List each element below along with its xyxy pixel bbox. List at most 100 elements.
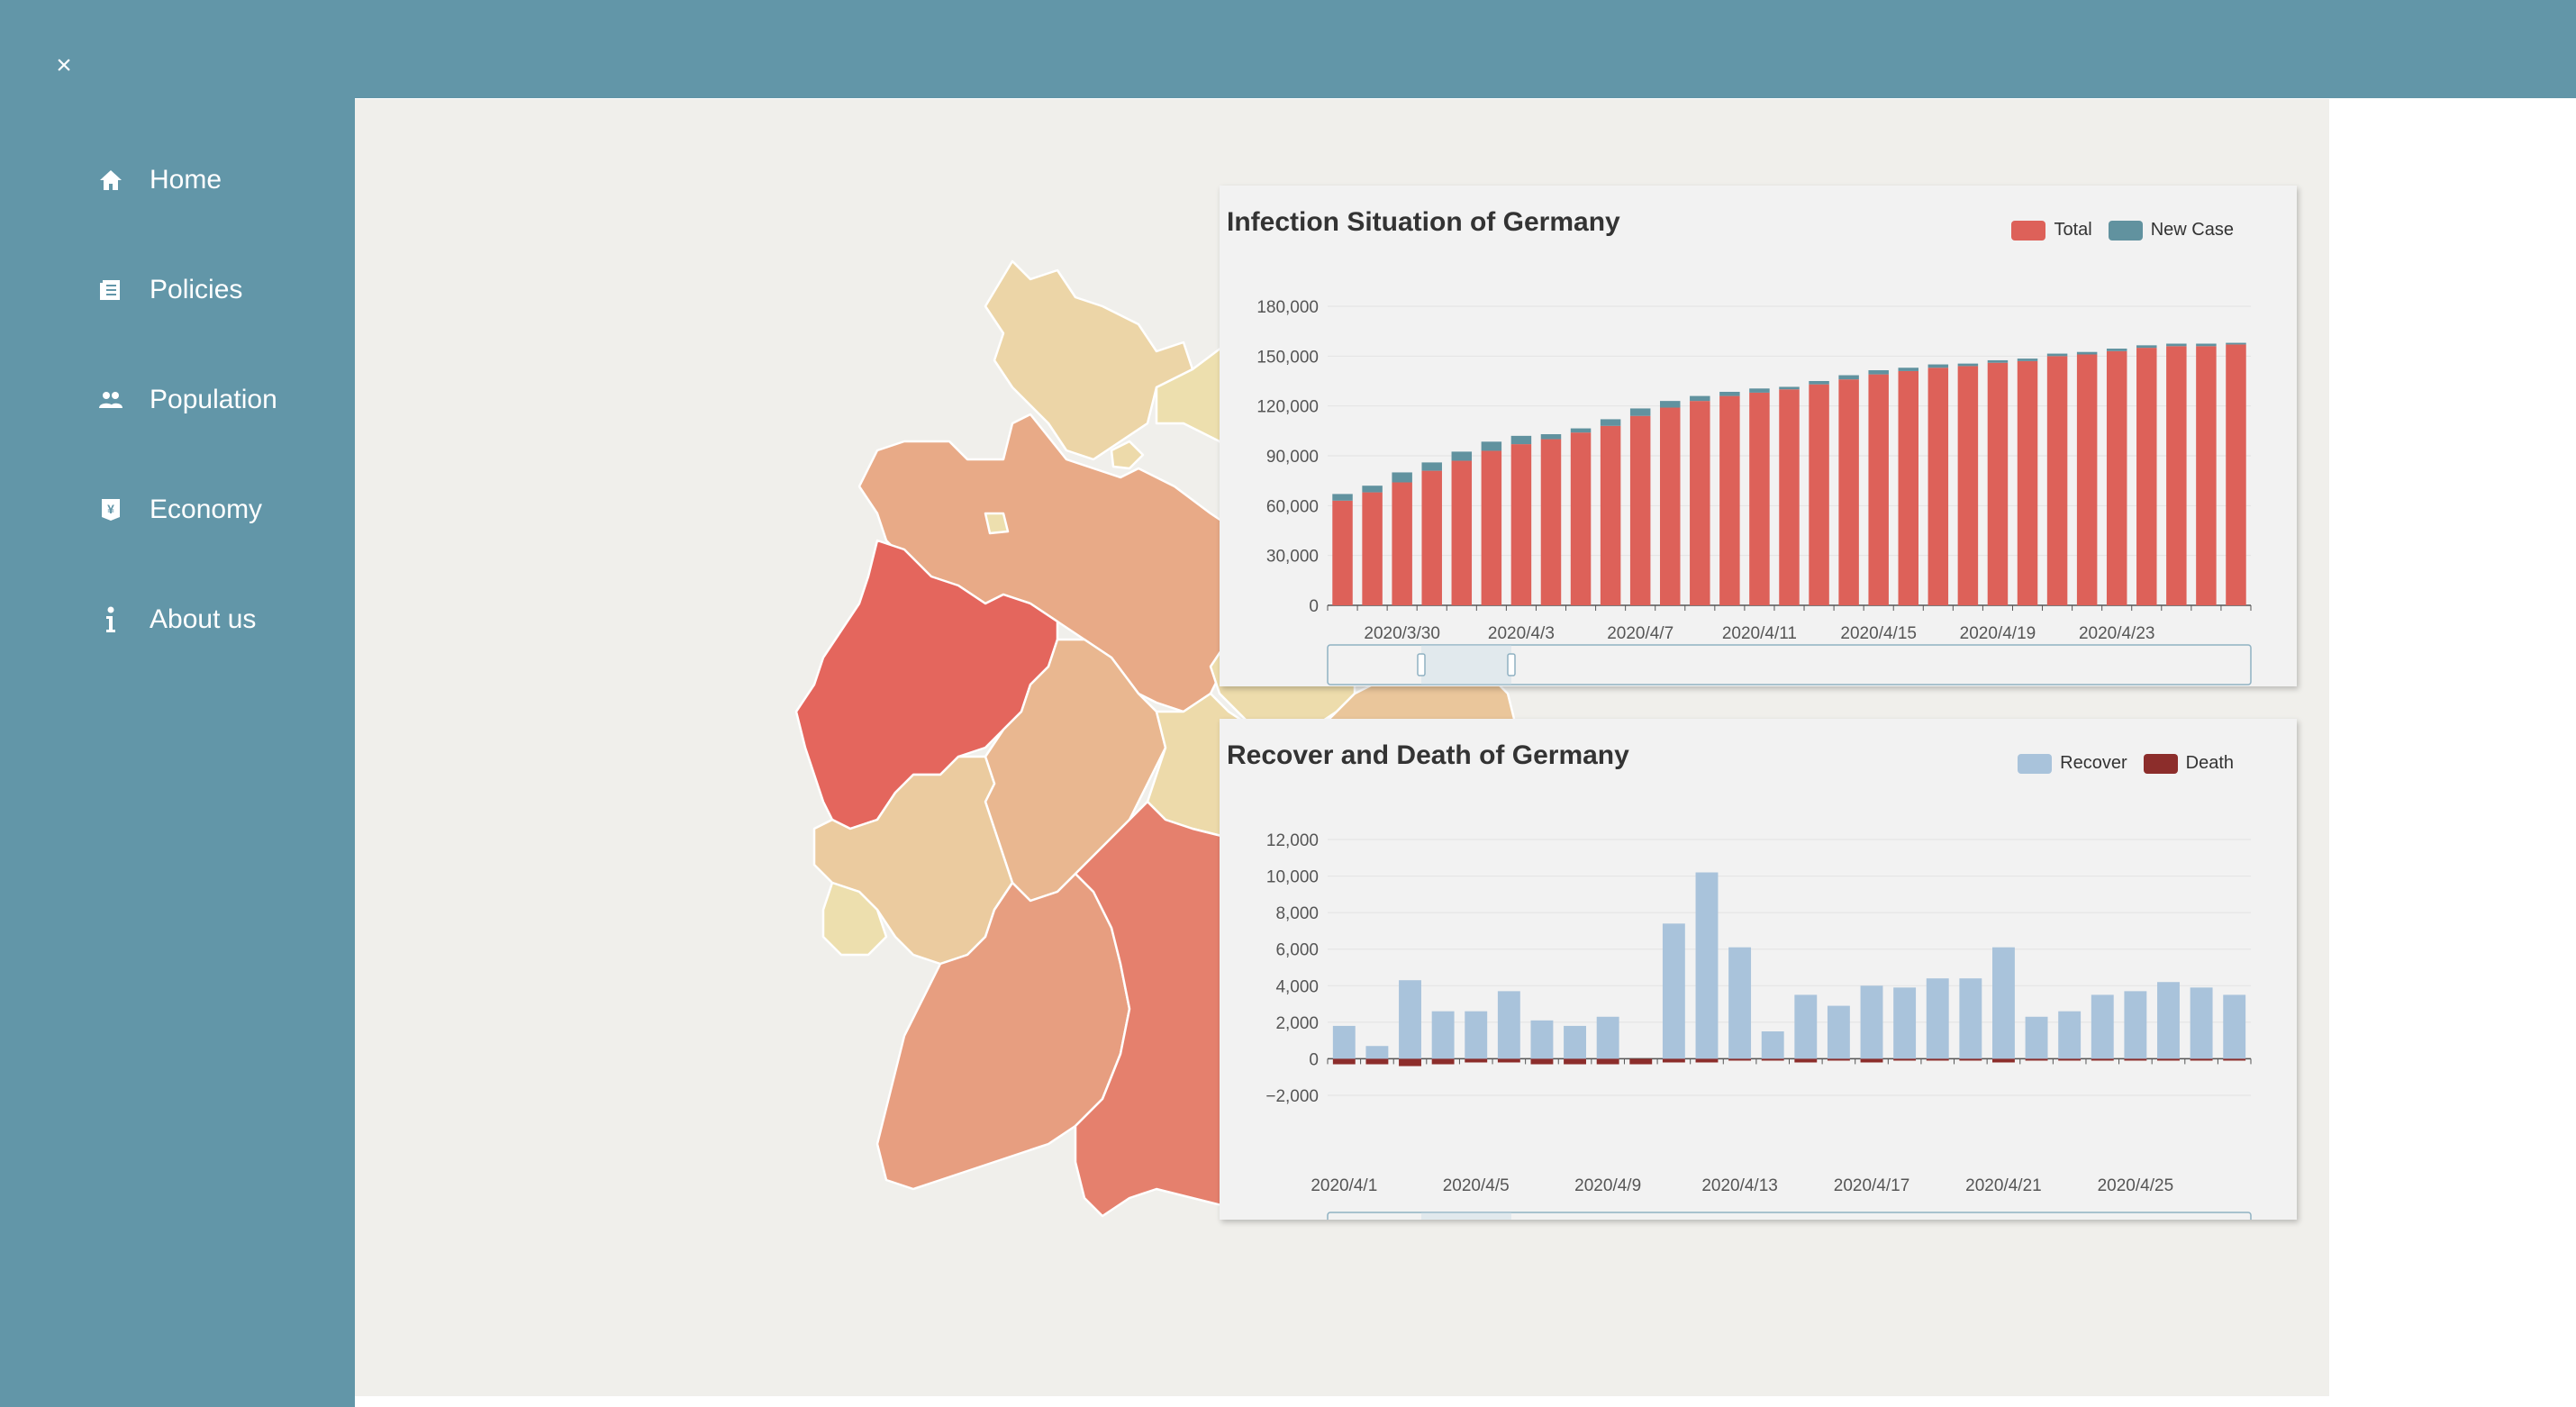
bar-new-case [1660, 401, 1681, 408]
bar-death [1564, 1058, 1586, 1065]
bar-recover [1827, 1005, 1850, 1059]
region-bremen[interactable] [984, 512, 1010, 535]
y-tick-label: 120,000 [1256, 398, 1319, 417]
bar-new-case [2046, 353, 2068, 357]
bar-recover [1893, 987, 1917, 1059]
x-tick-label: 2020/4/25 [2098, 1176, 2174, 1195]
y-tick-label: 0 [1309, 1050, 1319, 1069]
bar-recover [1926, 978, 1949, 1059]
bar-death [1992, 1058, 2015, 1063]
zoom-slider-handle[interactable] [1507, 653, 1516, 676]
bar-new-case [1600, 419, 1621, 426]
bar-recover [1695, 872, 1719, 1059]
sidebar-item-home[interactable]: Home [97, 158, 222, 203]
bar-total [1749, 392, 1770, 605]
bar-death [1695, 1058, 1719, 1063]
bar-new-case [1540, 434, 1562, 440]
bar-recover [1332, 1025, 1356, 1059]
y-tick-label: 8,000 [1275, 904, 1319, 923]
bar-new-case [1392, 472, 1412, 483]
document-icon [97, 277, 124, 304]
bar-recover [1564, 1025, 1586, 1059]
zoom-slider-handle[interactable] [1417, 653, 1426, 676]
bar-total [2226, 344, 2246, 605]
y-tick-label: 10,000 [1266, 868, 1319, 887]
y-tick-label: 2,000 [1275, 1014, 1319, 1033]
bar-death [2223, 1058, 2246, 1061]
y-tick-label: 30,000 [1266, 548, 1319, 567]
bar-total [2106, 350, 2127, 605]
bar-recover [2223, 994, 2246, 1059]
bar-new-case [1868, 370, 1889, 375]
x-tick-label: 2020/4/17 [1834, 1176, 1910, 1195]
y-tick-label: 0 [1309, 597, 1319, 616]
bar-recover [2124, 991, 2147, 1059]
x-tick-label: 2020/4/9 [1574, 1176, 1641, 1195]
home-icon [97, 167, 124, 194]
sidebar-item-label: Population [150, 385, 277, 414]
sidebar-item-label: Policies [150, 275, 243, 304]
y-tick-label: 60,000 [1266, 497, 1319, 516]
bar-new-case [1332, 494, 1353, 501]
bar-death [1365, 1058, 1389, 1065]
bar-total [1898, 370, 1918, 605]
bar-new-case [1719, 391, 1740, 396]
sidebar-item-policies[interactable]: Policies [97, 268, 242, 313]
bar-death [1662, 1058, 1685, 1063]
sidebar-item-label: Home [150, 165, 222, 195]
bar-new-case [1957, 363, 1979, 367]
bar-new-case [1451, 451, 1473, 461]
bar-new-case [1749, 388, 1770, 393]
bar-recover [2190, 987, 2213, 1059]
infection-chart-card: Infection Situation of Germany Total New… [1220, 186, 2297, 686]
bar-total [2136, 348, 2157, 605]
bar-recover [1431, 1011, 1455, 1059]
x-tick-label: 2020/4/23 [2079, 624, 2155, 643]
bar-death [1827, 1058, 1850, 1061]
bar-death [1860, 1058, 1883, 1063]
bar-new-case [1898, 368, 1918, 371]
bar-death [1497, 1058, 1520, 1063]
bar-total [1957, 366, 1979, 605]
bar-death [1431, 1058, 1455, 1065]
x-tick-label: 2020/4/5 [1443, 1176, 1510, 1195]
bar-death [1761, 1058, 1784, 1061]
bar-recover [2091, 994, 2114, 1059]
y-tick-label: 180,000 [1256, 298, 1319, 317]
bar-death [2091, 1058, 2114, 1061]
sidebar-item-about-us[interactable]: About us [97, 597, 256, 642]
bar-death [1794, 1058, 1818, 1063]
bar-total [1660, 407, 1681, 605]
sidebar-item-economy[interactable]: ¥ Economy [97, 487, 262, 532]
bar-recover [1662, 923, 1685, 1059]
bar-new-case [2166, 343, 2187, 347]
bar-total [2046, 356, 2068, 605]
bar-recover [1728, 947, 1752, 1059]
bar-death [1596, 1058, 1619, 1065]
bar-recover [1860, 985, 1883, 1059]
bar-total [1629, 415, 1651, 605]
x-tick-label: 2020/4/13 [1701, 1176, 1778, 1195]
sidebar-item-population[interactable]: Population [97, 377, 277, 422]
bar-total [1809, 384, 1829, 605]
recover-death-chart-card: Recover and Death of Germany Recover Dea… [1220, 719, 2297, 1220]
bar-total [2196, 346, 2217, 605]
bar-death [2157, 1058, 2180, 1061]
bar-recover [1992, 947, 2015, 1059]
recover-death-bar-chart: −2,000 0 2,000 4,000 6,000 8,000 10,000 12,000 2… [1265, 831, 2252, 1220]
x-tick-label: 2020/4/3 [1488, 624, 1555, 643]
bar-total [1540, 439, 1562, 605]
bar-death [2025, 1058, 2048, 1061]
zoom-slider-window [1421, 645, 1511, 685]
bar-total [1332, 500, 1353, 605]
bar-new-case [2226, 342, 2246, 345]
infection-bar-chart: 0 30,000 60,000 90,000 120,000 150,000 180,000… [1256, 298, 2252, 685]
x-tick-label: 2020/3/30 [1364, 624, 1440, 643]
bar-death [1893, 1058, 1917, 1061]
bar-new-case [1570, 428, 1592, 433]
info-icon [97, 606, 124, 633]
bar-recover [1465, 1011, 1488, 1059]
bar-new-case [1809, 381, 1829, 385]
close-icon[interactable]: × [50, 50, 77, 80]
bar-new-case [1838, 375, 1859, 380]
